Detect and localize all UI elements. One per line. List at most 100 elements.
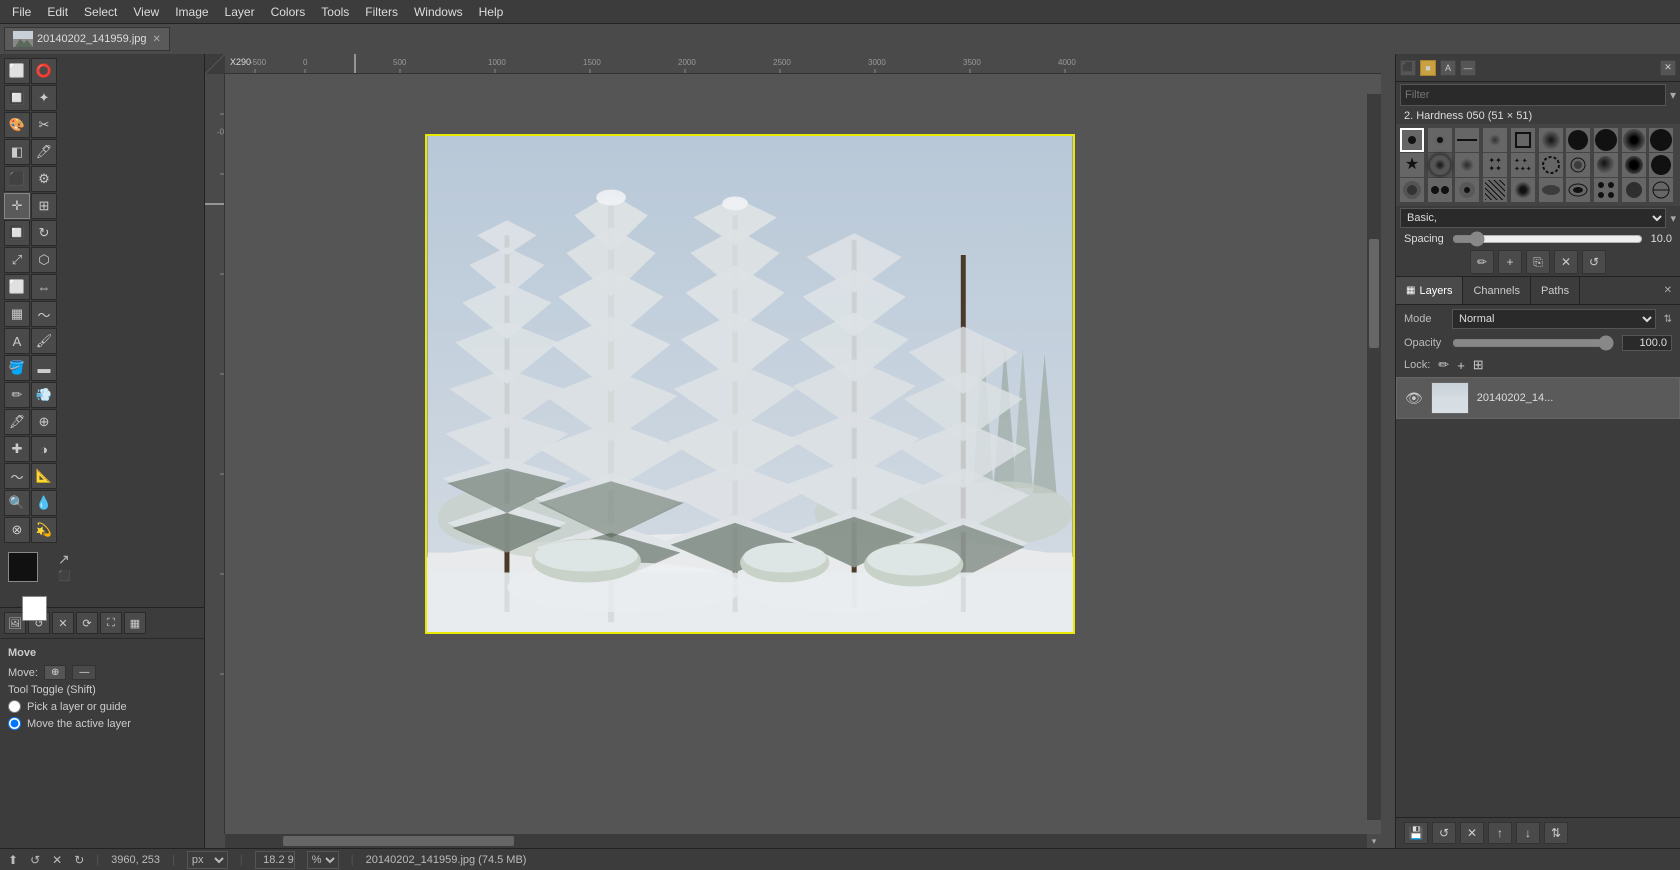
brush-item[interactable] bbox=[1400, 128, 1424, 152]
panel-icon-color[interactable]: ■ bbox=[1420, 60, 1436, 76]
move-option-2[interactable]: — bbox=[72, 665, 96, 680]
undo-button[interactable]: ↺ bbox=[30, 853, 40, 867]
brush-item[interactable] bbox=[1483, 178, 1507, 202]
background-color[interactable] bbox=[22, 596, 47, 621]
brush-item[interactable]: ✦✦✦✦ bbox=[1483, 153, 1507, 177]
canvas-scroll-area[interactable] bbox=[225, 74, 1381, 834]
tool-move[interactable]: ✛ bbox=[4, 193, 30, 219]
panel-icon-text[interactable]: A bbox=[1440, 60, 1456, 76]
tool-paint[interactable]: 🖌 bbox=[31, 328, 57, 354]
tool-bucket[interactable]: 🪣 bbox=[4, 355, 30, 381]
brush-item[interactable] bbox=[1400, 178, 1424, 202]
brush-preset-dropdown-icon[interactable]: ▾ bbox=[1670, 212, 1676, 225]
menu-help[interactable]: Help bbox=[471, 3, 512, 21]
menu-layer[interactable]: Layer bbox=[217, 3, 263, 21]
brush-item[interactable] bbox=[1483, 128, 1507, 152]
brush-item[interactable] bbox=[1428, 128, 1452, 152]
reset-colors-icon[interactable]: ⬛ bbox=[58, 571, 70, 582]
scroll-h-thumb[interactable] bbox=[283, 836, 514, 846]
panel-icon-minus[interactable]: — bbox=[1460, 60, 1476, 76]
menu-file[interactable]: File bbox=[4, 3, 39, 21]
brush-item[interactable] bbox=[1566, 153, 1590, 177]
tool-paths[interactable]: 🖊 bbox=[31, 139, 57, 165]
tool-perspective[interactable]: ⬜ bbox=[4, 274, 30, 300]
tool-warp[interactable]: 〜 bbox=[31, 301, 57, 327]
move-active-radio[interactable] bbox=[8, 717, 21, 730]
brush-item[interactable] bbox=[1566, 178, 1590, 202]
tool-transform[interactable]: ⚙ bbox=[31, 166, 57, 192]
menu-image[interactable]: Image bbox=[167, 3, 216, 21]
tab-close-button[interactable]: ✕ bbox=[153, 34, 161, 45]
menu-view[interactable]: View bbox=[125, 3, 167, 21]
tool-shear[interactable]: ⬡ bbox=[31, 247, 57, 273]
menu-edit[interactable]: Edit bbox=[39, 3, 76, 21]
brush-delete-icon[interactable]: ✕ bbox=[1554, 250, 1578, 274]
lock-pen-icon[interactable]: ✏ bbox=[1438, 357, 1449, 373]
layout-icon[interactable]: ▦ bbox=[124, 612, 146, 634]
tool-smudge[interactable]: 〜 bbox=[4, 463, 30, 489]
layer-visibility-icon[interactable]: 👁 bbox=[1405, 390, 1423, 407]
brush-item[interactable] bbox=[1649, 153, 1673, 177]
layer-add-button[interactable]: ↑ bbox=[1488, 822, 1512, 844]
tool-heal2[interactable]: ⊗ bbox=[4, 517, 30, 543]
brush-item[interactable] bbox=[1622, 153, 1646, 177]
brush-item[interactable] bbox=[1511, 128, 1535, 152]
tool-gradient[interactable]: ▬ bbox=[31, 355, 57, 381]
brush-filter-input[interactable] bbox=[1400, 84, 1666, 106]
tool-clone[interactable]: ⊕ bbox=[31, 409, 57, 435]
scroll-v-thumb[interactable] bbox=[1369, 239, 1379, 348]
brush-item[interactable] bbox=[1539, 128, 1563, 152]
layer-down-button[interactable]: ↓ bbox=[1516, 822, 1540, 844]
brush-item[interactable] bbox=[1649, 128, 1673, 152]
history-button[interactable]: ↻ bbox=[74, 853, 84, 867]
tool-fuzzy-select[interactable]: ✦ bbox=[31, 85, 57, 111]
panel-icon-square[interactable]: ⬛ bbox=[1400, 60, 1416, 76]
layer-delete-button[interactable]: ✕ bbox=[1460, 822, 1484, 844]
brush-item[interactable] bbox=[1594, 153, 1618, 177]
tab-channels[interactable]: Channels bbox=[1463, 277, 1530, 304]
brush-item[interactable] bbox=[1428, 178, 1452, 202]
discard-button[interactable]: ✕ bbox=[52, 853, 62, 867]
tool-measure[interactable]: 📐 bbox=[31, 463, 57, 489]
zoom-input[interactable] bbox=[255, 851, 295, 869]
brush-item[interactable] bbox=[1594, 178, 1618, 202]
filter-dropdown-icon[interactable]: ▾ bbox=[1670, 88, 1676, 102]
brush-refresh-icon[interactable]: ↺ bbox=[1582, 250, 1606, 274]
tool-free-select[interactable]: 🔲 bbox=[4, 85, 30, 111]
lock-grid-icon[interactable]: ⊞ bbox=[1473, 357, 1484, 373]
menu-select[interactable]: Select bbox=[76, 3, 125, 21]
canvas-nav-button[interactable]: ▾ bbox=[1367, 834, 1381, 848]
fullscreen-icon[interactable]: ⛶ bbox=[100, 612, 122, 634]
menu-tools[interactable]: Tools bbox=[313, 3, 357, 21]
brush-new-icon[interactable]: + bbox=[1498, 250, 1522, 274]
mode-arrows-icon[interactable]: ⇅ bbox=[1664, 314, 1672, 325]
layer-undo-button[interactable]: ↺ bbox=[1432, 822, 1456, 844]
scroll-h[interactable]: ▾ bbox=[225, 834, 1381, 848]
tool-heal[interactable]: ✚ bbox=[4, 436, 30, 462]
spacing-slider[interactable] bbox=[1452, 232, 1643, 246]
brush-item[interactable]: ★ bbox=[1400, 153, 1424, 177]
restore-icon[interactable]: ⟳ bbox=[76, 612, 98, 634]
close-icon[interactable]: ✕ bbox=[52, 612, 74, 634]
lock-add-icon[interactable]: + bbox=[1457, 358, 1465, 373]
brush-item[interactable] bbox=[1622, 128, 1646, 152]
tool-scissors[interactable]: ✂ bbox=[31, 112, 57, 138]
tool-ink[interactable]: 🖋 bbox=[4, 409, 30, 435]
brush-item[interactable] bbox=[1539, 178, 1563, 202]
panel-close-icon[interactable]: ✕ bbox=[1660, 60, 1676, 76]
brush-item[interactable]: ✦ ✦✦✦✦ bbox=[1511, 153, 1535, 177]
mode-select[interactable]: Normal Multiply Screen bbox=[1452, 309, 1656, 329]
brush-item[interactable] bbox=[1428, 153, 1452, 177]
tool-flip[interactable]: ⇔ bbox=[31, 274, 57, 300]
swap-colors-icon[interactable]: ↗ bbox=[58, 551, 70, 568]
unit-select[interactable]: px mm in bbox=[187, 851, 228, 869]
image-tab[interactable]: 20140202_141959.jpg ✕ bbox=[4, 27, 170, 51]
layer-save-button[interactable]: 💾 bbox=[1404, 822, 1428, 844]
layer-item[interactable]: 👁 20140202_14... bbox=[1396, 377, 1680, 419]
brush-item[interactable] bbox=[1455, 153, 1479, 177]
tool-scale[interactable]: ⤢ bbox=[4, 247, 30, 273]
zoom-select[interactable]: % bbox=[307, 851, 339, 869]
brush-copy-icon[interactable]: ⎘ bbox=[1526, 250, 1550, 274]
tool-select-by-color[interactable]: 🎨 bbox=[4, 112, 30, 138]
menu-filters[interactable]: Filters bbox=[357, 3, 406, 21]
